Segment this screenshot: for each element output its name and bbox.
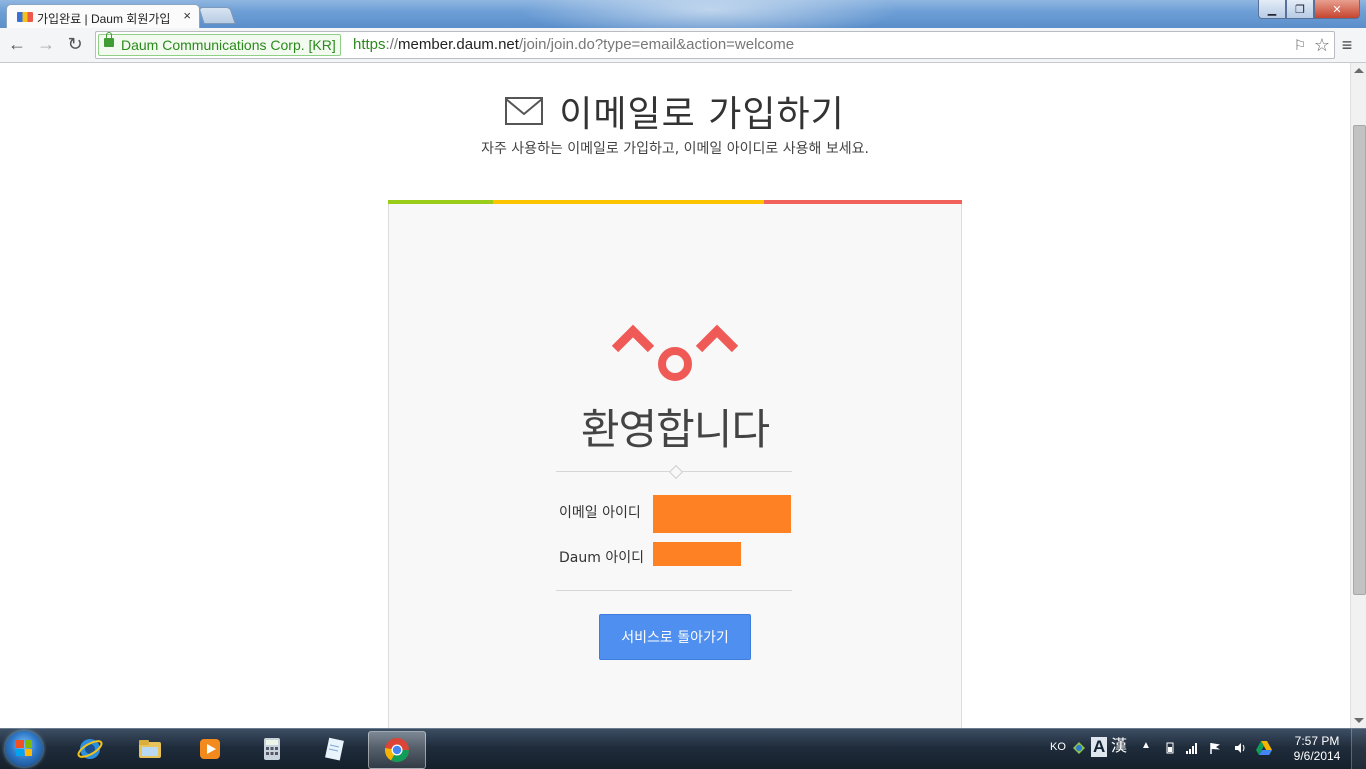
browser-tab-active[interactable]: 가입완료 | Daum 회원가입 × — [6, 4, 200, 28]
taskbar-notepad[interactable] — [306, 731, 362, 767]
taskbar-internet-explorer[interactable] — [62, 731, 118, 767]
scroll-up-arrow-icon[interactable] — [1354, 68, 1364, 73]
ime-hanja-mode[interactable]: 漢 — [1111, 737, 1127, 757]
url-scheme: https — [353, 36, 386, 53]
show-hidden-icons-arrow-icon[interactable]: ▲ — [1141, 740, 1151, 751]
scroll-down-arrow-icon[interactable] — [1354, 718, 1364, 723]
close-window-button[interactable]: ✕ — [1314, 0, 1360, 19]
daum-id-value-redacted — [653, 542, 741, 566]
envelope-icon — [505, 97, 544, 125]
page-subtitle: 자주 사용하는 이메일로 가입하고, 이메일 아이디로 사용해 보세요. — [481, 141, 869, 157]
media-player-icon — [200, 739, 220, 759]
welcome-card: 환영합니다 이메일 아이디 Daum 아이디 서비스로 돌아가기 — [388, 204, 962, 728]
battery-icon[interactable] — [1164, 742, 1176, 754]
windows-taskbar: KO A 漢 ▲ 7:57 PM 9/6/2014 — [0, 728, 1366, 769]
daum-id-label: Daum 아이디 — [559, 550, 644, 566]
chrome-menu-icon[interactable]: ≡ — [1336, 34, 1358, 56]
system-clock[interactable]: 7:57 PM 9/6/2014 — [1286, 734, 1348, 764]
bottom-divider — [556, 590, 792, 591]
minimize-button[interactable]: ▁ — [1258, 0, 1286, 19]
show-desktop-button[interactable] — [1351, 729, 1366, 769]
ime-status-icon[interactable] — [1071, 740, 1087, 756]
language-indicator[interactable]: KO — [1050, 741, 1066, 753]
back-to-service-button[interactable]: 서비스로 돌아가기 — [599, 614, 751, 660]
tab-close-icon[interactable]: × — [183, 8, 191, 23]
taskbar-chrome[interactable] — [368, 731, 426, 769]
bookmark-star-icon[interactable]: ☆ — [1312, 35, 1332, 55]
welcome-heading: 환영합니다 — [580, 405, 770, 454]
tab-title: 가입완료 | Daum 회원가입 — [37, 12, 171, 26]
clock-time: 7:57 PM — [1294, 734, 1340, 748]
taskbar-calculator[interactable] — [244, 731, 300, 767]
network-signal-icon[interactable] — [1186, 742, 1198, 754]
action-center-flag-icon[interactable] — [1209, 742, 1221, 754]
window-titlebar: 가입완료 | Daum 회원가입 × ▁ ❐ ✕ — [0, 0, 1366, 28]
email-id-label: 이메일 아이디 — [559, 505, 641, 521]
vertical-scrollbar[interactable] — [1350, 63, 1366, 728]
page-heading: 이메일로 가입하기 — [0, 85, 1350, 137]
internet-explorer-icon — [77, 739, 103, 759]
window-controls: ▁ ❐ ✕ — [1258, 0, 1360, 19]
email-id-value-redacted — [653, 495, 791, 533]
divider-diamond-icon — [668, 464, 684, 480]
daum-smile-logo-icon — [612, 324, 738, 381]
reload-icon[interactable]: ↻ — [63, 32, 87, 56]
address-bar[interactable]: Daum Communications Corp. [KR] https://m… — [95, 31, 1335, 59]
google-drive-icon[interactable] — [1256, 740, 1272, 756]
url-path: /join/join.do?type=email&action=welcome — [518, 36, 795, 53]
page-viewport: 이메일로 가입하기 자주 사용하는 이메일로 가입하고, 이메일 아이디로 사용… — [0, 63, 1350, 728]
chrome-icon — [385, 738, 409, 763]
ev-certificate-badge[interactable]: Daum Communications Corp. [KR] — [98, 32, 341, 56]
browser-toolbar: ← → ↻ Daum Communications Corp. [KR] htt… — [0, 28, 1366, 63]
taskbar-windows-explorer[interactable] — [122, 731, 178, 767]
volume-speaker-icon[interactable] — [1234, 742, 1246, 754]
notepad-icon — [325, 737, 344, 761]
page-title: 이메일로 가입하기 — [559, 94, 845, 135]
ime-alpha-mode[interactable]: A — [1091, 737, 1108, 757]
clock-date: 9/6/2014 — [1293, 749, 1341, 763]
url-host: member.daum.net — [398, 36, 519, 53]
url-separator: :// — [385, 36, 399, 53]
daum-favicon-icon — [17, 12, 33, 22]
windows-logo-icon — [16, 740, 32, 756]
maximize-button[interactable]: ❐ — [1286, 0, 1314, 19]
lock-icon — [104, 32, 114, 47]
back-arrow-icon[interactable]: ← — [5, 32, 29, 56]
new-tab-button[interactable] — [198, 7, 236, 24]
url-text[interactable]: https://member.daum.net/join/join.do?typ… — [353, 32, 794, 58]
calculator-icon — [264, 738, 280, 760]
forward-arrow-icon[interactable]: → — [34, 32, 58, 56]
folder-icon — [139, 740, 161, 758]
translate-icon[interactable]: ⚐ — [1290, 35, 1310, 55]
taskbar-media-player[interactable] — [182, 731, 238, 767]
ev-organization-label: Daum Communications Corp. [KR] — [121, 37, 336, 53]
scrollbar-thumb[interactable] — [1353, 125, 1366, 595]
start-button[interactable] — [5, 731, 43, 767]
